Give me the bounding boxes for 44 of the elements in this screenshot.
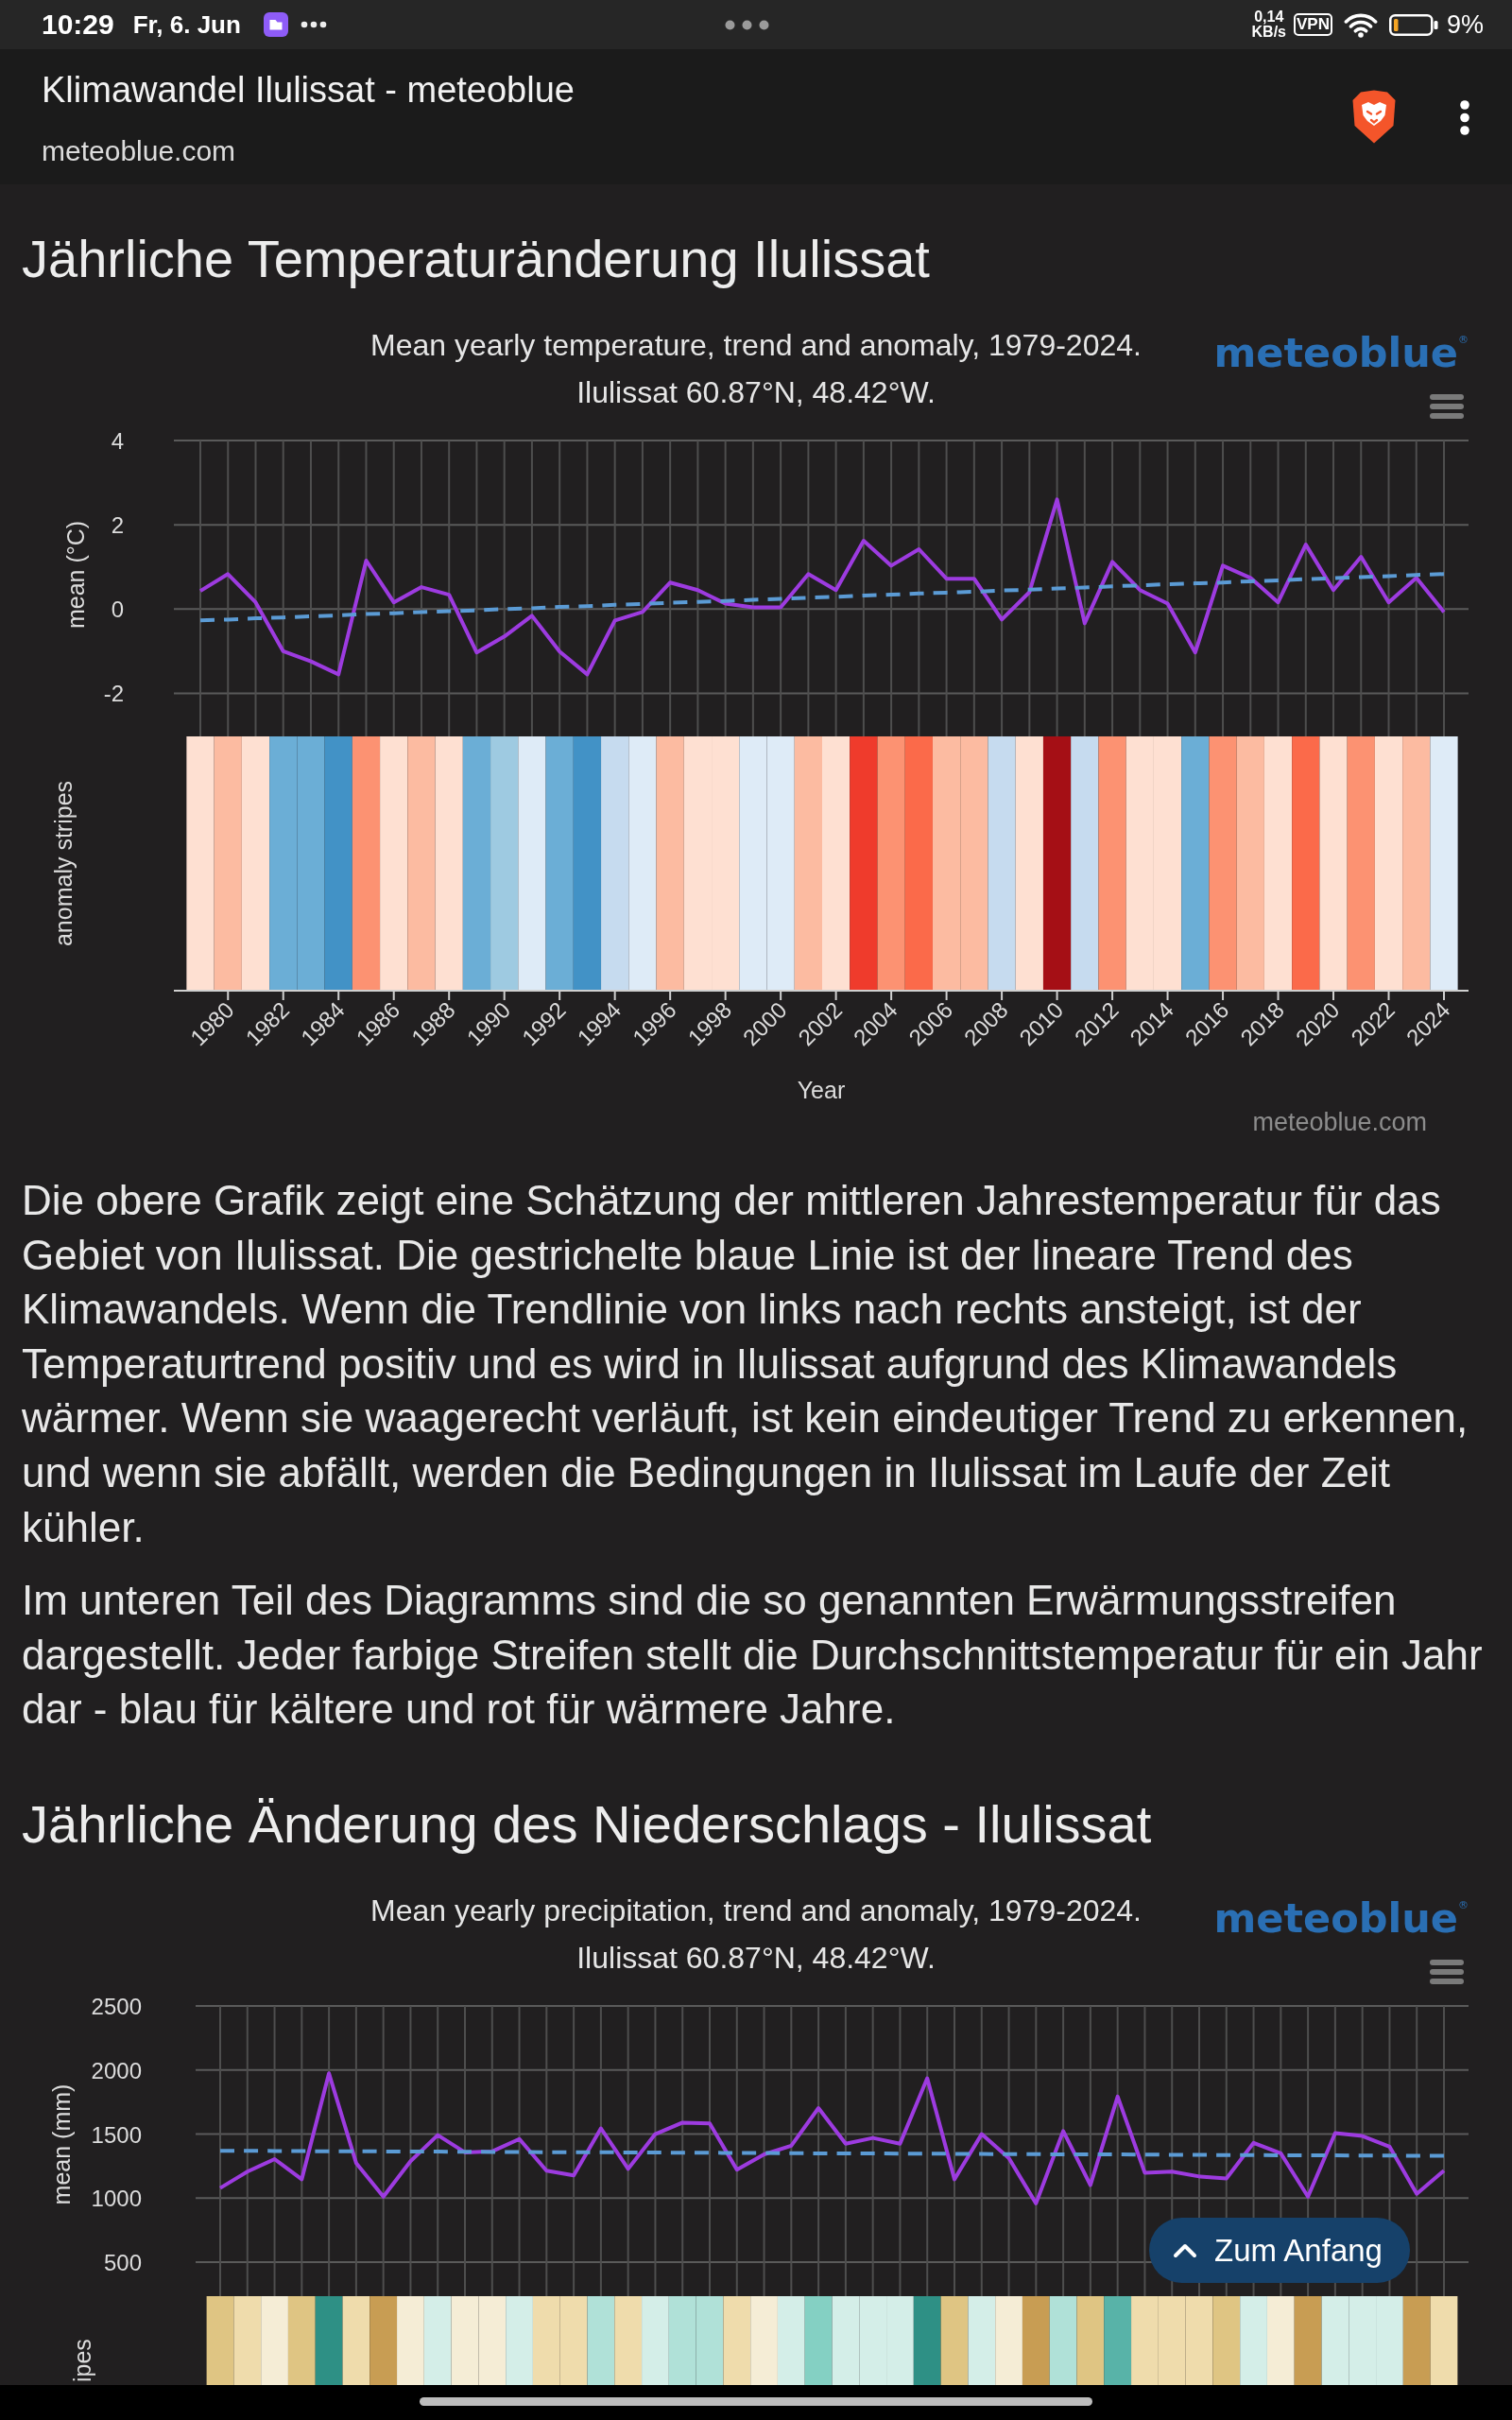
y-axis-title: mean (mm) [48,2083,75,2205]
y-tick-label: 4 [111,428,124,454]
page-title: Klimawandel Ilulissat - meteoblue [42,69,575,112]
x-axis-title: Year [797,1077,846,1103]
site-logo: meteoblue$^{®}$ [1213,329,1469,376]
status-date: Fr, 6. Jun [132,9,241,41]
network-speed: 0,14 [1254,9,1284,25]
chart-subtitle: Ilulissat 60.87°N, 48.42°W. [576,1939,936,1977]
y-tick-label: 2000 [91,2057,142,2083]
y-tick-label: 0 [111,596,124,623]
y-axis-title: mean (°C) [62,520,89,630]
lion-shield-icon[interactable] [1351,90,1397,144]
folder-icon [263,12,288,37]
page-url[interactable]: meteoblue.com [42,132,236,170]
y-tick-label: 2 [111,512,124,539]
site-logo: meteoblue$^{®}$ [1213,1893,1469,1942]
caret-up-icon [1173,2242,1197,2258]
chart-title: Mean yearly precipitation, trend and anomaly, 1979-2024. [370,1892,1142,1929]
y-tick-label: 1000 [91,2186,142,2212]
section-heading: Jährliche Änderung des Niederschlags - Ilulissat [21,1792,1153,1856]
wifi-icon [1343,11,1378,38]
status-time: 10:29 [42,8,114,42]
y-tick-label: 500 [103,2250,142,2276]
more-options-icon[interactable] [1459,100,1470,135]
stripes-axis-title: anomaly stripes [50,780,77,947]
menu-icon[interactable] [1430,1959,1464,1984]
back-to-top-button[interactable]: Zum Anfang [1149,2218,1410,2283]
paragraph: Die obere Grafik zeigt eine Schätzung der mittleren Jahrestemperatur für das Gebiet von Ilulissat. Die gestrichelte blaue Linie ist der lineare Trend des Klimawandels. Wenn die Trendlinie von links nach rechts ansteigt, ist der Temperaturtrend positiv und es wird in Ilulissat aufgrund des Klimawandels wärmer. Wenn sie waagerecht verläuft, ist kein eindeutiger Trend zu erkennen, und wenn sie abfällt, werden die Bedingungen in Ilulissat im Laufe der Zeit kühler. [22,1176,1469,1552]
dots-icon [300,21,327,28]
battery-percent: 9% [1446,9,1484,40]
section-heading: Jährliche Temperaturänderung Ilulissat [21,228,931,290]
menu-icon[interactable] [1430,394,1464,419]
vpn-badge: VPN [1294,13,1332,36]
chart-title: Mean yearly temperature, trend and anomaly, 1979-2024. [370,327,1142,364]
paragraph: Im unteren Teil des Diagramms sind die so genannten Erwärmungsstreifen dargestellt. Jeder farbige Streifen stellt die Durchschnittstemperatur für ein Jahr dar - blau für kältere und rot für wärmere Jahre. [22,1576,1484,1735]
credits-link[interactable]: meteoblue.com [1252,1108,1427,1136]
network-speed-unit: KB/s [1251,25,1286,40]
y-tick-label: 2500 [91,1993,142,2019]
chart-subtitle: Ilulissat 60.87°N, 48.42°W. [576,374,936,411]
y-tick-label: 1500 [91,2121,142,2148]
stripes-axis-title: ipes [69,2339,95,2382]
y-tick-label: -2 [103,681,124,707]
dots-icon[interactable] [724,19,769,30]
battery-icon [1388,13,1438,36]
